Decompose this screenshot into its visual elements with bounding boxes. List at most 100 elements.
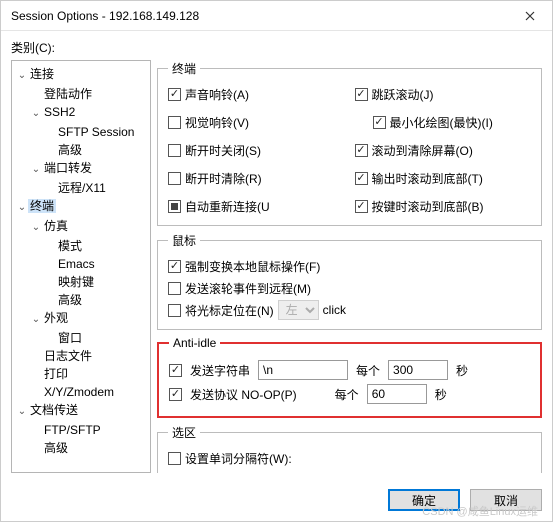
send-proto-row: 发送协议 NO-OP(P) 每个 秒	[169, 384, 530, 404]
tree-item[interactable]: ⌄端口转发	[14, 159, 148, 179]
tree-item[interactable]: ⌄仿真	[14, 217, 148, 237]
tree-item[interactable]: 模式	[14, 237, 148, 255]
tree-item[interactable]: X/Y/Zmodem	[14, 383, 148, 401]
audiobell-checkbox[interactable]	[168, 88, 181, 101]
wheel_remote-checkbox[interactable]	[168, 282, 181, 295]
checkbox-row: 跳跃滚动(J)	[355, 83, 532, 105]
tree-item[interactable]: 打印	[14, 365, 148, 383]
tree-item-label: FTP/SFTP	[42, 423, 103, 437]
min_draw-checkbox[interactable]	[373, 116, 386, 129]
tree-item[interactable]: 远程/X11	[14, 179, 148, 197]
auto_reconnect-label: 自动重新连接(U	[185, 198, 270, 215]
tree-item-label: 日志文件	[42, 349, 94, 363]
tree-toggle-icon[interactable]: ⌄	[30, 105, 42, 123]
checkbox-row: 最小化绘图(最快)(I)	[355, 111, 532, 133]
category-label: 类别(C):	[11, 39, 542, 56]
clear_on_disc-label: 断开时清除(R)	[185, 170, 262, 187]
dialog-buttons: 确定 取消	[1, 481, 552, 521]
tree-item[interactable]: ⌄文档传送	[14, 401, 148, 421]
tree-item[interactable]: ⌄外观	[14, 309, 148, 329]
scroll_bottom_key-checkbox[interactable]	[355, 200, 368, 213]
mouse-legend: 鼠标	[168, 232, 200, 249]
content-area: 类别(C): ⌄连接 登陆动作⌄SSH2 SFTP Session 高级⌄端口转…	[1, 31, 552, 481]
tree-item[interactable]: 高级	[14, 291, 148, 309]
send-proto-label: 发送协议 NO-OP(P)	[190, 386, 297, 403]
tree-item-label: 外观	[42, 311, 70, 325]
cursor-fix-row: 将光标定位在(N)左 click	[168, 299, 531, 321]
tree-item-label: 窗口	[56, 331, 84, 345]
main-panel: 终端 声音响铃(A) 跳跃滚动(J) 视觉响铃(V) 最小化绘图(最快)(I) 断开时关…	[157, 60, 542, 473]
tree-item-label: SFTP Session	[56, 125, 136, 139]
tree-item-label: 打印	[42, 367, 70, 381]
send-string-checkbox[interactable]	[169, 364, 182, 377]
tree-item-label: Emacs	[56, 257, 97, 271]
checkbox-row: 滚动到清除屏幕(O)	[355, 139, 532, 161]
tree-item[interactable]: SFTP Session	[14, 123, 148, 141]
checkbox-row: 声音响铃(A)	[168, 83, 345, 105]
tree-item-label: 登陆动作	[42, 87, 94, 101]
send-string-input[interactable]	[258, 360, 348, 380]
panels: ⌄连接 登陆动作⌄SSH2 SFTP Session 高级⌄端口转发 远程/X1…	[11, 60, 542, 473]
send-proto-interval[interactable]	[367, 384, 427, 404]
close_on_disc-checkbox[interactable]	[168, 144, 181, 157]
tree-item[interactable]: ⌄SSH2	[14, 103, 148, 123]
tree-toggle-icon[interactable]: ⌄	[16, 199, 28, 217]
tree-item[interactable]: FTP/SFTP	[14, 421, 148, 439]
tree-item[interactable]: 登陆动作	[14, 85, 148, 103]
visualbell-label: 视觉响铃(V)	[185, 114, 249, 131]
tree-item[interactable]: ⌄连接	[14, 65, 148, 85]
tree-item-label: 映射键	[56, 275, 96, 289]
word-delim-checkbox[interactable]	[168, 452, 181, 465]
scroll_bottom_out-checkbox[interactable]	[355, 172, 368, 185]
send-string-interval[interactable]	[388, 360, 448, 380]
send-proto-every: 每个	[335, 386, 359, 403]
cursor-fix-select: 左	[278, 300, 319, 320]
visualbell-checkbox[interactable]	[168, 116, 181, 129]
tree-item-label: 端口转发	[42, 161, 94, 175]
tree-toggle-icon[interactable]: ⌄	[30, 311, 42, 329]
send-string-label: 发送字符串	[190, 362, 250, 379]
tree-item[interactable]: 高级	[14, 141, 148, 159]
tree-item[interactable]: ⌄终端	[14, 197, 148, 217]
checkbox-row: 输出时滚动到底部(T)	[355, 167, 532, 189]
send-proto-checkbox[interactable]	[169, 388, 182, 401]
tree-item[interactable]: 日志文件	[14, 347, 148, 365]
force_local-checkbox[interactable]	[168, 260, 181, 273]
scroll_clear-label: 滚动到清除屏幕(O)	[372, 142, 473, 159]
checkbox-row: 视觉响铃(V)	[168, 111, 345, 133]
tree-item[interactable]: 映射键	[14, 273, 148, 291]
send-proto-unit: 秒	[435, 386, 447, 403]
min_draw-label: 最小化绘图(最快)(I)	[390, 114, 493, 131]
tree-toggle-icon[interactable]: ⌄	[16, 403, 28, 421]
anti-idle-group: Anti-idle 发送字符串 每个 秒 发送协议 NO-OP(P) 每个 秒	[157, 336, 542, 418]
send-string-every: 每个	[356, 362, 380, 379]
jump_scroll-checkbox[interactable]	[355, 88, 368, 101]
tree-item[interactable]: 窗口	[14, 329, 148, 347]
terminal-legend: 终端	[168, 60, 200, 77]
ok-button[interactable]: 确定	[388, 489, 460, 511]
footer-wrap: 确定 取消 CSDN @咸鱼Linux运维	[1, 481, 552, 521]
anti-idle-legend: Anti-idle	[169, 336, 220, 350]
scroll_clear-checkbox[interactable]	[355, 144, 368, 157]
auto_reconnect-checkbox[interactable]	[168, 200, 181, 213]
checkbox-row: 按键时滚动到底部(B)	[355, 195, 532, 217]
tree-item-label: 高级	[42, 441, 70, 455]
cursor-fix-checkbox[interactable]	[168, 304, 181, 317]
tree-toggle-icon[interactable]: ⌄	[16, 67, 28, 85]
force_local-label: 强制变换本地鼠标操作(F)	[185, 258, 320, 275]
cancel-button[interactable]: 取消	[470, 489, 542, 511]
checkbox-row: 自动重新连接(U	[168, 195, 345, 217]
clear_on_disc-checkbox[interactable]	[168, 172, 181, 185]
cursor-fix-trail: click	[323, 303, 346, 317]
tree-item[interactable]: 高级	[14, 439, 148, 457]
category-tree[interactable]: ⌄连接 登陆动作⌄SSH2 SFTP Session 高级⌄端口转发 远程/X1…	[11, 60, 151, 473]
close-icon	[525, 11, 535, 21]
tree-item-label: 仿真	[42, 219, 70, 233]
tree-item[interactable]: Emacs	[14, 255, 148, 273]
tree-toggle-icon[interactable]: ⌄	[30, 219, 42, 237]
tree-toggle-icon[interactable]: ⌄	[30, 161, 42, 179]
close-button[interactable]	[508, 1, 552, 31]
tree-item-label: 模式	[56, 239, 84, 253]
cursor-fix-label: 将光标定位在(N)	[185, 302, 274, 319]
checkbox-row: 断开时关闭(S)	[168, 139, 345, 161]
